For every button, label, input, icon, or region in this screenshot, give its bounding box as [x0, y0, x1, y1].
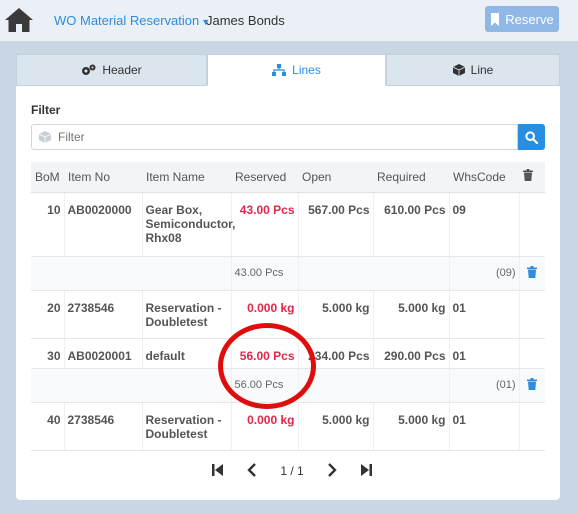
filter-input[interactable]: [58, 125, 498, 149]
column-header-required[interactable]: Required: [373, 162, 449, 193]
chevron-left-icon: [247, 462, 257, 477]
cell-reserved: 0.000 kg: [231, 290, 299, 339]
cell-required: 290.00 Pcs: [373, 338, 450, 369]
cell-item-no: 2738546: [64, 290, 143, 339]
cell-open: 5.000 kg: [298, 402, 374, 451]
cogs-icon: [82, 64, 96, 75]
cell-bom: 40: [31, 402, 65, 451]
reserve-button-label: Reserve: [505, 11, 554, 27]
tab-line-label: Line: [470, 63, 494, 77]
column-header-item-name[interactable]: Item Name: [142, 162, 231, 193]
column-header-bom[interactable]: BoM: [31, 162, 64, 193]
delete-reservation-button[interactable]: [527, 377, 538, 393]
app-menu-label: WO Material Reservation: [54, 13, 200, 28]
cell-open: 567.00 Pcs: [298, 192, 374, 257]
cell-whscode: 01: [449, 338, 520, 369]
column-header-open[interactable]: Open: [298, 162, 373, 193]
bookmark-icon: [491, 12, 500, 26]
cube-icon: [38, 131, 52, 146]
tab-line[interactable]: Line: [386, 54, 560, 86]
pagination: 1 / 1: [212, 461, 372, 481]
cell-required: 610.00 Pcs: [373, 192, 450, 257]
cell-reserved: 56.00 Pcs: [231, 338, 299, 369]
cell-item-name: default: [142, 338, 232, 369]
detail-reserved: 43.00 Pcs: [231, 256, 299, 291]
reservation-detail-row[interactable]: 56.00 Pcs (01): [31, 368, 545, 403]
table-row[interactable]: 40 2738546 Reservation - Doubletest 0.00…: [31, 402, 545, 451]
tab-bar: Header Lines Line: [16, 54, 560, 86]
first-page-button[interactable]: [212, 463, 224, 480]
reserve-button[interactable]: Reserve: [485, 6, 559, 32]
app-menu-dropdown[interactable]: WO Material Reservation ▼: [54, 13, 210, 28]
user-name: James Bonds: [206, 13, 285, 28]
tab-lines[interactable]: Lines: [207, 54, 386, 86]
first-page-icon: [212, 463, 223, 476]
sitemap-icon: [272, 64, 287, 76]
column-header-delete: [519, 162, 545, 193]
detail-reserved: 56.00 Pcs: [231, 368, 299, 403]
detail-whscode: (09): [449, 256, 520, 291]
trash-icon: [527, 265, 538, 278]
cell-bom: 10: [31, 192, 65, 257]
top-bar: WO Material Reservation ▼ James Bonds Res…: [0, 0, 578, 42]
column-header-item-no[interactable]: Item No: [64, 162, 142, 193]
cell-item-name: Gear Box, Semiconductor, Rhx08: [142, 192, 236, 257]
delete-reservation-button[interactable]: [527, 265, 538, 281]
lines-panel: Filter BoM Item No Item Name Reserved Op…: [16, 86, 560, 500]
cell-whscode: 01: [449, 402, 520, 451]
search-button[interactable]: [518, 124, 545, 150]
column-header-reserved[interactable]: Reserved: [231, 162, 298, 193]
table-row[interactable]: 10 AB0020000 Gear Box, Semiconductor, Rh…: [31, 192, 545, 257]
cell-reserved: 0.000 kg: [231, 402, 299, 451]
next-page-button[interactable]: [327, 462, 337, 480]
table-row[interactable]: 30 AB0020001 default 56.00 Pcs 234.00 Pc…: [31, 338, 545, 369]
trash-icon: [523, 169, 533, 182]
cube-icon: [452, 64, 465, 76]
cell-reserved: 43.00 Pcs: [231, 192, 299, 257]
cell-required: 5.000 kg: [373, 402, 450, 451]
cell-whscode: 01: [449, 290, 520, 339]
search-icon: [525, 130, 538, 144]
table-row[interactable]: 20 2738546 Reservation - Doubletest 0.00…: [31, 290, 545, 339]
cell-item-no: 2738546: [64, 402, 143, 451]
column-header-whscode[interactable]: WhsCode: [449, 162, 519, 193]
last-page-icon: [360, 463, 372, 476]
page-indicator: 1 / 1: [280, 464, 304, 478]
cell-item-no: AB0020001: [64, 338, 143, 369]
detail-whscode: (01): [449, 368, 520, 403]
cell-item-no: AB0020000: [64, 192, 143, 257]
last-page-button[interactable]: [360, 463, 372, 480]
cell-open: 5.000 kg: [298, 290, 374, 339]
cell-open: 234.00 Pcs: [298, 338, 374, 369]
tab-lines-label: Lines: [292, 63, 321, 77]
trash-icon: [527, 377, 538, 390]
tab-header[interactable]: Header: [16, 54, 207, 86]
tab-header-label: Header: [102, 63, 142, 77]
cell-bom: 30: [31, 338, 65, 369]
cell-bom: 20: [31, 290, 65, 339]
home-icon[interactable]: [4, 6, 34, 34]
cell-whscode: 09: [449, 192, 520, 257]
reservation-detail-row[interactable]: 43.00 Pcs (09): [31, 256, 545, 291]
reservation-lines-table: BoM Item No Item Name Reserved Open Requ…: [31, 162, 545, 451]
table-header-row: BoM Item No Item Name Reserved Open Requ…: [31, 162, 545, 193]
cell-required: 5.000 kg: [373, 290, 450, 339]
cell-item-name: Reservation - Doubletest: [142, 402, 232, 451]
chevron-right-icon: [327, 462, 337, 477]
previous-page-button[interactable]: [247, 462, 257, 480]
cell-item-name: Reservation - Doubletest: [142, 290, 232, 339]
filter-field[interactable]: [31, 124, 518, 150]
filter-label: Filter: [31, 103, 61, 117]
